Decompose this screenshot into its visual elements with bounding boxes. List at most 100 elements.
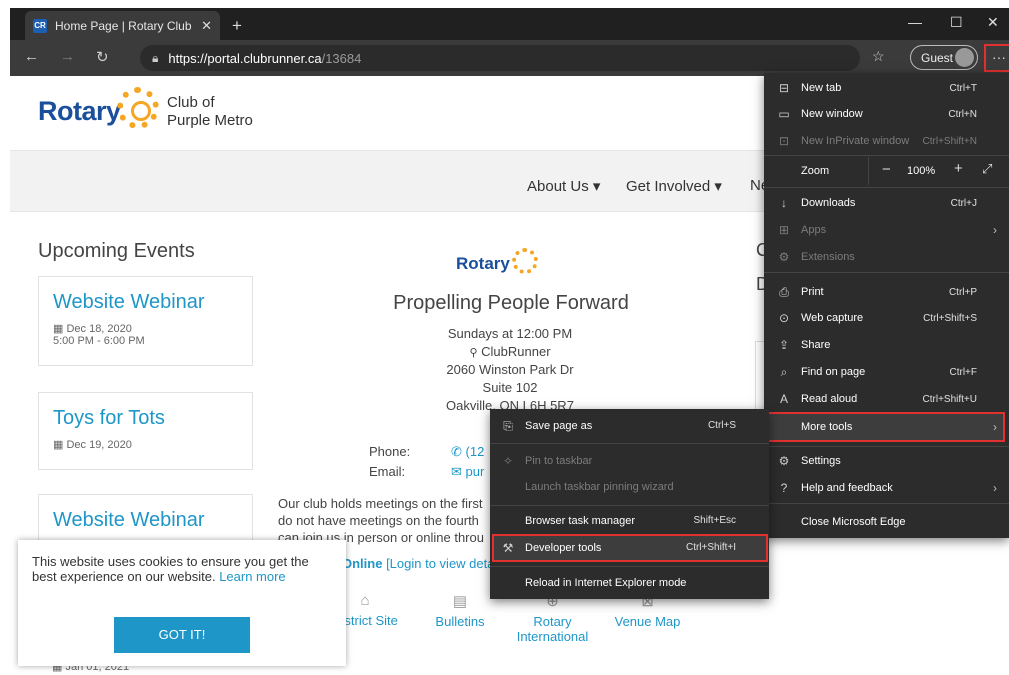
- events-heading: Upcoming Events: [38, 240, 195, 262]
- club-name-line2: Purple Metro: [167, 112, 253, 129]
- about-text-line: do not have meetings on the fourth: [278, 513, 479, 528]
- meeting-time: Sundays at 12:00 PM: [447, 326, 573, 341]
- menu-item-extensions[interactable]: ⚙ Extensions: [764, 244, 1009, 270]
- meeting-suite: Suite 102: [482, 380, 538, 395]
- download-icon: ↓: [781, 196, 787, 210]
- menu-item-close-edge[interactable]: Close Microsoft Edge: [764, 509, 1009, 535]
- rotary-wheel-icon: [117, 87, 159, 129]
- browser-tab[interactable]: CR Home Page | Rotary Club of Purp ✕: [25, 11, 220, 40]
- rotary-logo-text[interactable]: Rotary: [38, 96, 121, 127]
- address-toolbar: ← → ↻ 🔒︎ https://portal.clubrunner.ca /1…: [10, 40, 1009, 76]
- favorites-icon[interactable]: ☆: [872, 48, 885, 65]
- submenu-item-label: Reload in Internet Explorer mode: [525, 577, 687, 589]
- submenu-item-developer-tools[interactable]: ⚒ Developer tools Ctrl+Shift+I: [490, 535, 769, 561]
- menu-item-apps[interactable]: ⊞ Apps ›: [764, 217, 1009, 243]
- submenu-item-shortcut: Shift+Esc: [693, 515, 736, 526]
- web-capture-icon: ⊙: [778, 311, 790, 325]
- chevron-right-icon: ›: [993, 223, 997, 237]
- menu-item-settings[interactable]: ⚙ Settings: [764, 448, 1009, 474]
- club-tagline: Propelling People Forward: [393, 292, 629, 314]
- close-tab-icon[interactable]: ✕: [201, 18, 212, 34]
- email-value[interactable]: ✉ pur: [451, 464, 484, 480]
- menu-item-help-and-feedback[interactable]: ? Help and feedback ›: [764, 475, 1009, 501]
- online-meeting-link[interactable]: Online [Login to view deta: [342, 556, 494, 571]
- settings-menu-button[interactable]: ···: [984, 44, 1009, 72]
- zoom-value: 100%: [907, 165, 936, 177]
- menu-item-more-tools[interactable]: More tools ›: [764, 414, 1009, 440]
- menu-item-label: Apps: [801, 224, 827, 236]
- new-tab-icon[interactable]: +: [232, 16, 242, 36]
- event-title[interactable]: Website Webinar: [53, 509, 238, 532]
- inprivate-icon: ⊡: [778, 134, 790, 148]
- submenu-item-shortcut: Ctrl+S: [707, 420, 736, 431]
- submenu-item-launch-pinning-wizard[interactable]: Launch taskbar pinning wizard: [490, 474, 769, 500]
- zoom-out-icon[interactable]: −: [882, 161, 891, 178]
- fullscreen-icon[interactable]: ⤢: [982, 161, 992, 177]
- forward-icon[interactable]: →: [60, 48, 75, 65]
- back-icon[interactable]: ←: [24, 48, 39, 65]
- submenu-item-label: Launch taskbar pinning wizard: [525, 481, 674, 493]
- menu-item-downloads[interactable]: ↓ Downloads Ctrl+J: [764, 190, 1009, 216]
- email-label: Email:: [369, 464, 406, 479]
- menu-item-share[interactable]: ⇪ Share: [764, 332, 1009, 358]
- menu-item-label: Help and feedback: [801, 482, 893, 494]
- learn-more-link[interactable]: Learn more: [219, 569, 285, 584]
- menu-item-new-window[interactable]: ▭ New window Ctrl+N: [764, 101, 1009, 127]
- print-icon: ⎙: [779, 284, 789, 299]
- event-title[interactable]: Toys for Tots: [53, 407, 238, 430]
- menu-item-new-inprivate-window[interactable]: ⊡ New InPrivate window Ctrl+Shift+N: [764, 128, 1009, 154]
- menu-item-shortcut: Ctrl+Shift+N: [922, 135, 977, 147]
- nav-get-involved[interactable]: Get Involved ▾: [626, 177, 722, 195]
- menu-item-print[interactable]: ⎙ Print Ctrl+P: [764, 279, 1009, 305]
- menu-divider: [764, 155, 1009, 156]
- zoom-in-icon[interactable]: +: [954, 160, 963, 177]
- menu-item-label: Find on page: [801, 366, 866, 378]
- lock-icon: 🔒︎: [152, 50, 159, 65]
- got-it-button[interactable]: GOT IT!: [114, 617, 250, 653]
- menu-item-web-capture[interactable]: ⊙ Web capture Ctrl+Shift+S: [764, 305, 1009, 331]
- minimize-icon[interactable]: —: [908, 14, 922, 30]
- apps-icon: ⊞: [778, 223, 790, 237]
- phone-value[interactable]: ✆ (12: [451, 444, 484, 460]
- submenu-item-label: Developer tools: [525, 542, 602, 554]
- about-text-line: Our club holds meetings on the first: [278, 496, 483, 511]
- submenu-item-browser-task-manager[interactable]: Browser task manager Shift+Esc: [490, 508, 769, 534]
- menu-item-shortcut: Ctrl+J: [950, 197, 977, 209]
- menu-item-shortcut: Ctrl+P: [948, 286, 977, 298]
- rotary-international-link[interactable]: ⊕ Rotary International: [515, 592, 590, 644]
- bulletins-link[interactable]: ▤ Bulletins: [430, 592, 490, 629]
- menu-item-label: Read aloud: [801, 393, 858, 405]
- menu-item-find-on-page[interactable]: ⌕ Find on page Ctrl+F: [764, 359, 1009, 385]
- more-tools-submenu: ⎘ Save page as Ctrl+S ✧ Pin to taskbar L…: [490, 409, 769, 599]
- close-window-icon[interactable]: ✕: [987, 14, 999, 31]
- menu-divider: [490, 505, 769, 506]
- phone-label: Phone:: [369, 444, 411, 459]
- menu-item-new-tab[interactable]: ⊟ New tab Ctrl+T: [764, 75, 1009, 101]
- refresh-icon[interactable]: ↻: [96, 48, 109, 66]
- nav-about-us[interactable]: About Us ▾: [527, 177, 600, 195]
- extensions-icon: ⚙: [778, 250, 790, 264]
- submenu-item-save-page-as[interactable]: ⎘ Save page as Ctrl+S: [490, 413, 769, 439]
- profile-button[interactable]: Guest: [910, 45, 978, 70]
- menu-item-shortcut: Ctrl+Shift+U: [922, 393, 977, 405]
- menu-item-shortcut: Ctrl+N: [948, 108, 977, 120]
- menu-item-read-aloud[interactable]: A Read aloud Ctrl+Shift+U: [764, 386, 1009, 412]
- envelope-icon: ✉: [451, 464, 462, 479]
- event-time: 5:00 PM - 6:00 PM: [53, 335, 145, 347]
- menu-item-shortcut: Ctrl+Shift+S: [923, 312, 977, 324]
- address-bar[interactable]: 🔒︎ https://portal.clubrunner.ca /13684: [140, 45, 860, 71]
- find-icon: ⌕: [780, 364, 788, 379]
- menu-divider: [764, 272, 1009, 273]
- event-title[interactable]: Website Webinar: [53, 291, 238, 314]
- url-path: /13684: [321, 50, 362, 66]
- developer-tools-icon: ⚒: [502, 541, 514, 555]
- submenu-item-reload-ie-mode[interactable]: Reload in Internet Explorer mode: [490, 570, 769, 596]
- profile-label: Guest: [921, 50, 954, 65]
- browser-settings-menu: ⊟ New tab Ctrl+T ▭ New window Ctrl+N ⊡ N…: [764, 73, 1009, 538]
- phone-icon: ✆: [451, 444, 462, 459]
- menu-item-shortcut: Ctrl+F: [949, 366, 978, 378]
- submenu-item-pin-to-taskbar[interactable]: ✧ Pin to taskbar: [490, 448, 769, 474]
- maximize-icon[interactable]: ☐: [950, 14, 963, 31]
- event-card: Toys for Tots ▦ Dec 19, 2020: [38, 392, 253, 470]
- event-card: Website Webinar ▦ Dec 18, 2020 5:00 PM -…: [38, 276, 253, 366]
